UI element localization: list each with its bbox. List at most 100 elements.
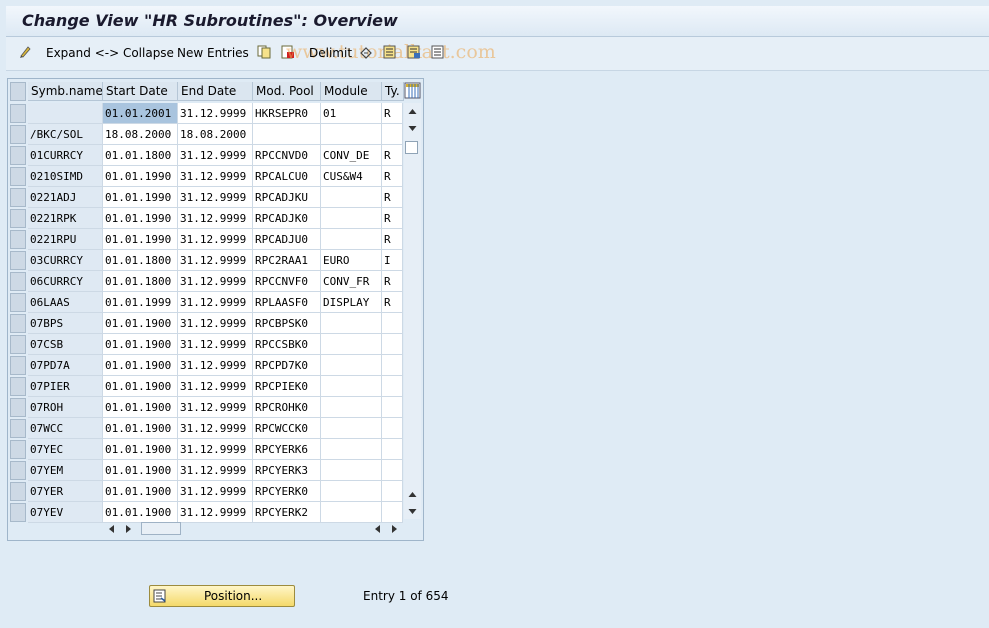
column-header-symb-name[interactable]: Symb.name: [28, 82, 103, 101]
row-selector[interactable]: [10, 293, 26, 312]
end-date-cell[interactable]: 31.12.9999: [178, 292, 253, 313]
mod-pool-cell[interactable]: RPCROHK0: [253, 397, 321, 418]
end-date-cell[interactable]: 31.12.9999: [178, 208, 253, 229]
module-cell[interactable]: 01: [321, 103, 382, 124]
type-cell[interactable]: R: [382, 271, 403, 292]
type-cell[interactable]: R: [382, 166, 403, 187]
end-date-cell[interactable]: 31.12.9999: [178, 481, 253, 502]
row-selector[interactable]: [10, 209, 26, 228]
end-date-cell[interactable]: 31.12.9999: [178, 502, 253, 523]
module-cell[interactable]: [321, 376, 382, 397]
end-date-cell[interactable]: 31.12.9999: [178, 187, 253, 208]
start-date-cell[interactable]: 01.01.1900: [103, 439, 178, 460]
type-cell[interactable]: R: [382, 229, 403, 250]
undo-change-icon[interactable]: [359, 45, 373, 59]
start-date-cell[interactable]: 01.01.1990: [103, 166, 178, 187]
mod-pool-cell[interactable]: [253, 124, 321, 145]
scroll-page-down-icon[interactable]: [407, 123, 418, 134]
row-selector[interactable]: [10, 251, 26, 270]
row-selector[interactable]: [10, 419, 26, 438]
start-date-cell[interactable]: 01.01.1990: [103, 208, 178, 229]
end-date-cell[interactable]: 31.12.9999: [178, 103, 253, 124]
table-settings-icon[interactable]: [404, 82, 421, 99]
row-selector[interactable]: [10, 230, 26, 249]
module-cell[interactable]: [321, 229, 382, 250]
end-date-cell[interactable]: 31.12.9999: [178, 376, 253, 397]
module-cell[interactable]: [321, 313, 382, 334]
type-cell[interactable]: R: [382, 208, 403, 229]
type-cell[interactable]: [382, 502, 403, 523]
column-header-module[interactable]: Module: [321, 82, 382, 101]
module-cell[interactable]: [321, 418, 382, 439]
row-selector[interactable]: [10, 335, 26, 354]
start-date-cell[interactable]: 01.01.1900: [103, 376, 178, 397]
end-date-cell[interactable]: 31.12.9999: [178, 166, 253, 187]
module-cell[interactable]: [321, 334, 382, 355]
module-cell[interactable]: [321, 124, 382, 145]
start-date-cell[interactable]: 01.01.1990: [103, 229, 178, 250]
mod-pool-cell[interactable]: RPC2RAA1: [253, 250, 321, 271]
module-cell[interactable]: [321, 481, 382, 502]
row-selector[interactable]: [10, 503, 26, 522]
end-date-cell[interactable]: 31.12.9999: [178, 229, 253, 250]
mod-pool-cell[interactable]: RPCCSBK0: [253, 334, 321, 355]
edit-pencil-icon[interactable]: [19, 45, 33, 59]
scroll-down-icon[interactable]: [407, 506, 418, 517]
start-date-cell[interactable]: 01.01.1900: [103, 334, 178, 355]
mod-pool-cell[interactable]: RPCYERK0: [253, 481, 321, 502]
type-cell[interactable]: R: [382, 292, 403, 313]
row-selector[interactable]: [10, 398, 26, 417]
deselect-all-icon[interactable]: [431, 45, 445, 59]
column-header-type[interactable]: Ty.: [382, 82, 404, 101]
scroll-up-icon[interactable]: [407, 106, 418, 117]
scroll-right-icon[interactable]: [389, 524, 399, 534]
delimit-button[interactable]: Delimit: [309, 46, 352, 60]
mod-pool-cell[interactable]: RPCWCCK0: [253, 418, 321, 439]
vertical-scrollbar[interactable]: [404, 103, 421, 519]
start-date-cell[interactable]: 01.01.1900: [103, 397, 178, 418]
mod-pool-cell[interactable]: RPCPIEK0: [253, 376, 321, 397]
row-selector[interactable]: [10, 125, 26, 144]
module-cell[interactable]: CONV_DE: [321, 145, 382, 166]
scroll-thumb[interactable]: [405, 141, 418, 154]
type-cell[interactable]: [382, 460, 403, 481]
scroll-page-up-icon[interactable]: [407, 489, 418, 500]
type-cell[interactable]: [382, 334, 403, 355]
start-date-cell[interactable]: 01.01.1900: [103, 481, 178, 502]
module-cell[interactable]: [321, 502, 382, 523]
type-cell[interactable]: [382, 376, 403, 397]
end-date-cell[interactable]: 31.12.9999: [178, 439, 253, 460]
start-date-cell[interactable]: 01.01.1900: [103, 418, 178, 439]
expand-collapse-button[interactable]: Expand <-> Collapse: [46, 46, 174, 60]
end-date-cell[interactable]: 31.12.9999: [178, 145, 253, 166]
start-date-cell[interactable]: 01.01.1900: [103, 460, 178, 481]
column-header-start-date[interactable]: Start Date: [103, 82, 178, 101]
end-date-cell[interactable]: 31.12.9999: [178, 460, 253, 481]
start-date-cell[interactable]: 01.01.2001: [103, 103, 178, 124]
end-date-cell[interactable]: 31.12.9999: [178, 250, 253, 271]
row-selector[interactable]: [10, 314, 26, 333]
module-cell[interactable]: [321, 208, 382, 229]
row-selector[interactable]: [10, 461, 26, 480]
row-selector[interactable]: [10, 167, 26, 186]
column-header-mod-pool[interactable]: Mod. Pool: [253, 82, 321, 101]
mod-pool-cell[interactable]: RPLAASF0: [253, 292, 321, 313]
type-cell[interactable]: I: [382, 250, 403, 271]
end-date-cell[interactable]: 31.12.9999: [178, 334, 253, 355]
end-date-cell[interactable]: 31.12.9999: [178, 397, 253, 418]
mod-pool-cell[interactable]: RPCCNVD0: [253, 145, 321, 166]
module-cell[interactable]: [321, 439, 382, 460]
mod-pool-cell[interactable]: RPCYERK2: [253, 502, 321, 523]
end-date-cell[interactable]: 31.12.9999: [178, 271, 253, 292]
mod-pool-cell[interactable]: RPCALCU0: [253, 166, 321, 187]
select-all-icon[interactable]: [383, 45, 397, 59]
row-selector[interactable]: [10, 482, 26, 501]
type-cell[interactable]: [382, 355, 403, 376]
mod-pool-cell[interactable]: RPCCNVF0: [253, 271, 321, 292]
copy-icon[interactable]: [257, 45, 271, 59]
scroll-right-icon[interactable]: [123, 524, 133, 534]
scroll-left-icon[interactable]: [107, 524, 117, 534]
row-selector[interactable]: [10, 188, 26, 207]
column-header-end-date[interactable]: End Date: [178, 82, 253, 101]
mod-pool-cell[interactable]: RPCYERK3: [253, 460, 321, 481]
